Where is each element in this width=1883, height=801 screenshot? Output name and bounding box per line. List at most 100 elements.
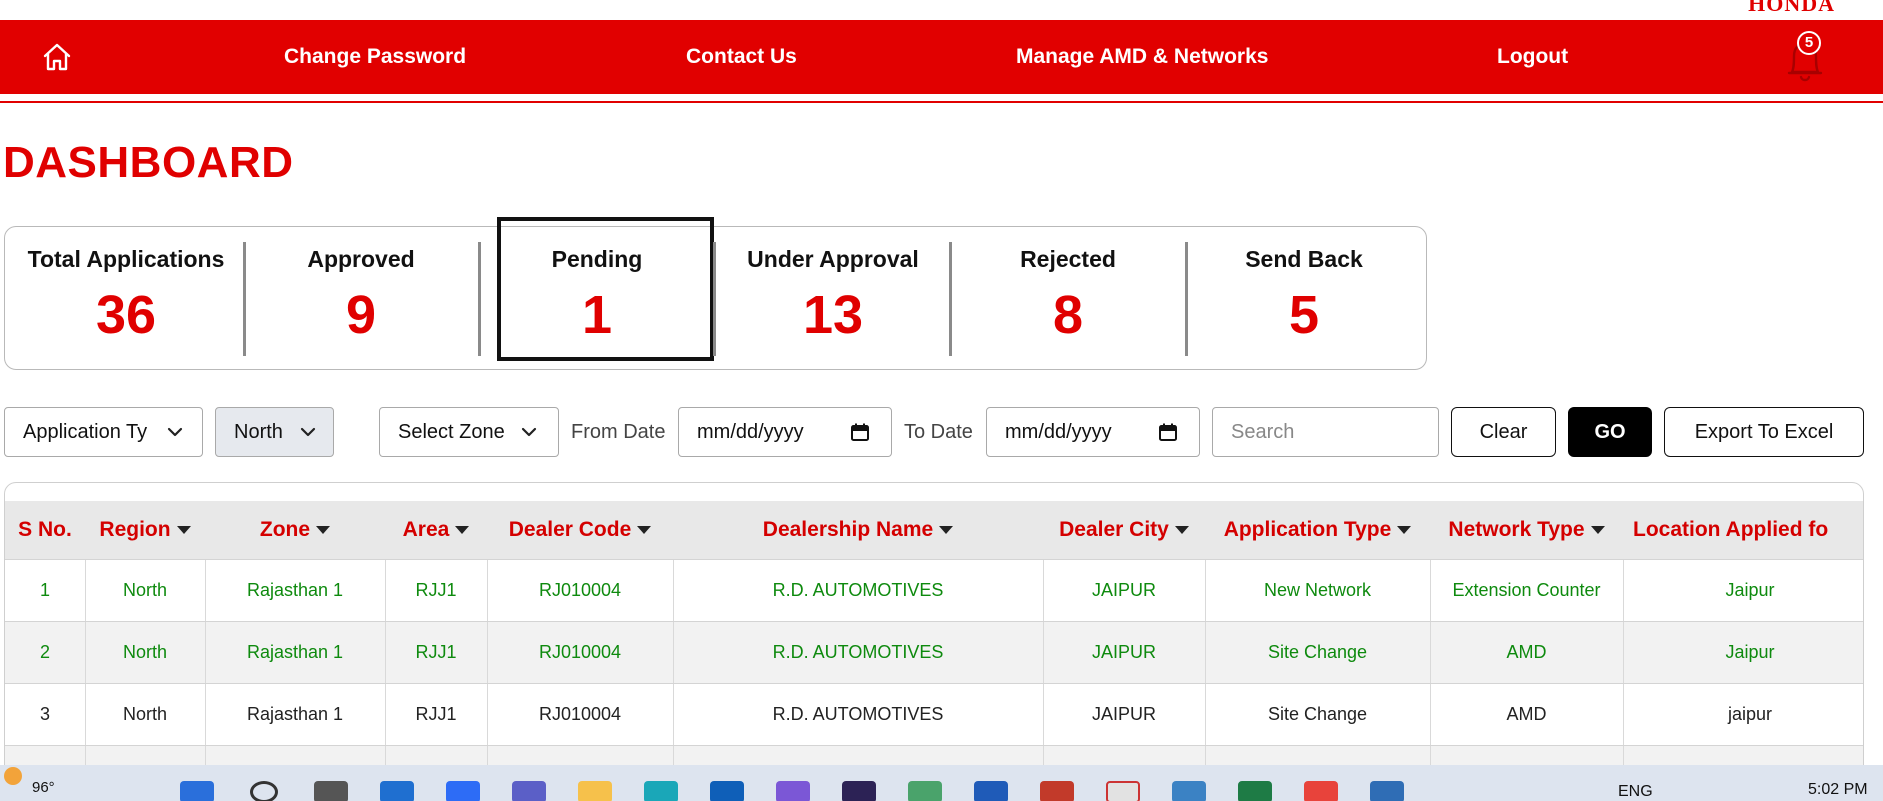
table-cell[interactable]: 1 [5, 559, 85, 621]
app-icon[interactable] [1370, 781, 1404, 801]
table-cell[interactable]: North [85, 683, 205, 745]
region-select[interactable]: North [215, 407, 334, 457]
nav-contact-us[interactable]: Contact Us [686, 20, 797, 94]
region-value: North [234, 421, 283, 443]
maps-icon[interactable] [908, 781, 942, 801]
table-cell[interactable]: Rajasthan 1 [205, 683, 385, 745]
sort-arrow-icon[interactable] [1397, 526, 1412, 535]
from-date-input[interactable]: mm/dd/yyyy [678, 407, 892, 457]
table-cell[interactable]: North [85, 621, 205, 683]
windows-start-icon[interactable] [180, 781, 214, 801]
table-cell[interactable]: North [85, 559, 205, 621]
table-cell[interactable]: Extension Counter [1430, 559, 1623, 621]
weather-temp[interactable]: 96° [32, 779, 55, 796]
table-cell[interactable]: RJJ1 [385, 621, 487, 683]
table-header-cell[interactable]: Application Type [1205, 501, 1430, 559]
task-view-icon[interactable] [314, 781, 348, 801]
table-header-cell[interactable]: Dealer Code [487, 501, 673, 559]
stat-value: 5 [1288, 285, 1320, 345]
table-cell[interactable]: Jaipur [1623, 621, 1863, 683]
zone-select[interactable]: Select Zone [379, 407, 559, 457]
stat-total-applications[interactable]: Total Applications 36 [8, 226, 244, 370]
table-cell[interactable]: Rajasthan 1 [205, 559, 385, 621]
clock-time[interactable]: 5:02 PM [1808, 781, 1868, 799]
table-cell[interactable]: AMD [1430, 621, 1623, 683]
table-cell[interactable]: Rajasthan 1 [205, 621, 385, 683]
sort-arrow-icon[interactable] [637, 526, 652, 535]
application-type-select[interactable]: Application Ty [4, 407, 203, 457]
go-button[interactable]: GO [1568, 407, 1652, 457]
copilot-icon[interactable] [776, 781, 810, 801]
excel-icon[interactable] [1238, 781, 1272, 801]
table-cell[interactable]: 3 [5, 683, 85, 745]
header-label: Dealer City [1059, 518, 1169, 541]
sort-arrow-icon[interactable] [455, 526, 470, 535]
table-cell[interactable]: RJ010004 [487, 683, 673, 745]
table-cell[interactable]: RJ010004 [487, 559, 673, 621]
notification-badge[interactable]: 5 [1797, 31, 1821, 55]
language-indicator[interactable]: ENG [1618, 783, 1653, 801]
store-icon[interactable] [710, 781, 744, 801]
app-icon[interactable] [1040, 781, 1074, 801]
table-header-cell[interactable]: Network Type [1430, 501, 1623, 559]
table-cell[interactable]: RJ010004 [487, 621, 673, 683]
edge-icon[interactable] [644, 781, 678, 801]
weather-icon[interactable] [4, 767, 22, 785]
word-icon[interactable] [974, 781, 1008, 801]
table-cell[interactable]: jaipur [1623, 683, 1863, 745]
table-header-cell[interactable]: Zone [205, 501, 385, 559]
table-header-cell[interactable]: Dealership Name [673, 501, 1043, 559]
chrome-icon[interactable] [1304, 781, 1338, 801]
calendar-icon[interactable] [1158, 422, 1178, 442]
calendar-app-icon[interactable] [1172, 781, 1206, 801]
sort-arrow-icon[interactable] [176, 526, 191, 535]
stat-label: Rejected [1020, 246, 1116, 272]
stat-approved[interactable]: Approved 9 [243, 226, 479, 370]
clear-button[interactable]: Clear [1451, 407, 1556, 457]
table-cell[interactable]: JAIPUR [1043, 621, 1205, 683]
table-cell[interactable]: JAIPUR [1043, 559, 1205, 621]
zoom-icon[interactable] [446, 781, 480, 801]
table-header-cell[interactable]: Dealer City [1043, 501, 1205, 559]
table-cell[interactable]: R.D. AUTOMOTIVES [673, 621, 1043, 683]
row-divider [5, 683, 1863, 684]
table-cell[interactable]: R.D. AUTOMOTIVES [673, 559, 1043, 621]
sort-arrow-icon[interactable] [316, 526, 331, 535]
teams-icon[interactable] [512, 781, 546, 801]
table-cell[interactable]: AMD [1430, 683, 1623, 745]
stat-send-back[interactable]: Send Back 5 [1186, 226, 1422, 370]
home-icon[interactable] [40, 40, 74, 74]
col-zone: ZoneRajasthan 1Rajasthan 1Rajasthan 1Raj… [205, 483, 385, 781]
outlook-icon[interactable] [380, 781, 414, 801]
row-divider [5, 745, 1863, 746]
notepad-icon[interactable] [1106, 781, 1140, 801]
stat-rejected[interactable]: Rejected 8 [950, 226, 1186, 370]
sort-arrow-icon[interactable] [1590, 526, 1605, 535]
table-cell[interactable]: JAIPUR [1043, 683, 1205, 745]
table-cell[interactable]: New Network [1205, 559, 1430, 621]
table-cell[interactable]: R.D. AUTOMOTIVES [673, 683, 1043, 745]
file-explorer-icon[interactable] [578, 781, 612, 801]
table-cell[interactable]: 2 [5, 621, 85, 683]
table-header-cell[interactable]: Region [85, 501, 205, 559]
calendar-icon[interactable] [850, 422, 870, 442]
table-cell[interactable]: Site Change [1205, 621, 1430, 683]
table-cell[interactable]: RJJ1 [385, 683, 487, 745]
sort-arrow-icon[interactable] [939, 526, 954, 535]
sort-arrow-icon[interactable] [1174, 526, 1189, 535]
table-cell[interactable]: RJJ1 [385, 559, 487, 621]
stat-under-approval[interactable]: Under Approval 13 [715, 226, 951, 370]
nav-manage-amd-networks[interactable]: Manage AMD & Networks [1016, 20, 1268, 94]
export-to-excel-button[interactable]: Export To Excel [1664, 407, 1864, 457]
col-area: AreaRJJ1RJJ1RJJ1RJJ1 [385, 483, 487, 781]
table-header-cell[interactable]: Area [385, 501, 487, 559]
search-icon[interactable] [250, 781, 278, 801]
nav-logout[interactable]: Logout [1497, 20, 1568, 94]
table-cell[interactable]: Site Change [1205, 683, 1430, 745]
table-cell[interactable]: Jaipur [1623, 559, 1863, 621]
search-input[interactable]: Search [1212, 407, 1439, 457]
eclipse-icon[interactable] [842, 781, 876, 801]
to-date-input[interactable]: mm/dd/yyyy [986, 407, 1200, 457]
stat-value: 9 [345, 285, 377, 345]
nav-change-password[interactable]: Change Password [284, 20, 466, 94]
